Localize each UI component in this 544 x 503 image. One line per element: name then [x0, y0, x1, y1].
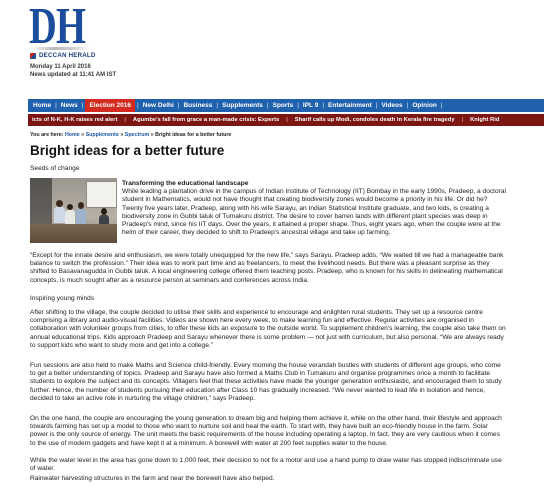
photo-whiteboard	[86, 181, 117, 208]
site-logo[interactable]: DH	[29, 1, 86, 53]
photo-desk	[30, 224, 117, 243]
ticker-separator: |	[461, 117, 464, 123]
article-photo[interactable]	[30, 178, 117, 243]
article-paragraph: “Except for the innate desire and enthus…	[30, 252, 504, 284]
nav-business[interactable]: Business	[181, 99, 214, 112]
intro-text: Transforming the educational landscape W…	[122, 178, 506, 237]
breadcrumb-separator: »	[81, 132, 85, 138]
breaking-news-ticker: icts of N-K, H-K raises red alert | Agum…	[28, 114, 544, 126]
main-nav: Home | News | Election 2016 | New Delhi …	[28, 99, 544, 112]
photo-person-body	[76, 209, 86, 224]
article-paragraph: While leading a plantation drive in the …	[122, 188, 507, 237]
article-paragraph: While the water level in the area has go…	[30, 456, 502, 473]
nav-supplements[interactable]: Supplements	[220, 99, 265, 112]
masthead-emblem-icon	[30, 53, 36, 59]
nav-separator: |	[440, 102, 443, 109]
breadcrumb: You are here: Home » Supplements » Spect…	[30, 131, 506, 139]
nav-new-delhi[interactable]: New Delhi	[141, 99, 176, 112]
nav-ipl-9[interactable]: IPL 9	[301, 99, 320, 112]
ticker-item[interactable]: Agumbe's fall from grace a man-made cris…	[133, 114, 279, 126]
nav-news[interactable]: News	[59, 99, 80, 112]
breadcrumb-home[interactable]: Home	[65, 132, 80, 138]
ticker-item[interactable]: icts of N-K, H-K raises red alert	[32, 114, 117, 126]
nav-home[interactable]: Home	[31, 99, 53, 112]
article-main: You are here: Home » Supplements » Spect…	[30, 131, 506, 483]
photo-person-body	[65, 210, 75, 224]
article-paragraph: Rainwater harvesting structures in the f…	[30, 475, 275, 483]
logo-underline	[30, 47, 90, 50]
site-name: DECCAN HERALD	[39, 52, 96, 59]
nav-videos[interactable]: Videos	[379, 99, 404, 112]
current-date: Monday 11 April 2016	[30, 64, 91, 70]
photo-person-head	[78, 202, 84, 209]
nav-opinion[interactable]: Opinion	[410, 99, 439, 112]
article-paragraph: After shifting to the village, the coupl…	[30, 309, 506, 349]
photo-person-head	[56, 200, 63, 207]
article-title: Bright ideas for a better future	[30, 143, 225, 158]
section-heading: Transforming the educational landscape	[122, 180, 249, 187]
breadcrumb-supplements[interactable]: Supplements	[86, 132, 119, 138]
photo-person-body	[54, 207, 65, 223]
nav-sports[interactable]: Sports	[271, 99, 296, 112]
photo-teacher-head	[101, 208, 107, 215]
nav-entertainment[interactable]: Entertainment	[326, 99, 374, 112]
last-updated: News updated at 11:41 AM IST	[30, 72, 117, 78]
breadcrumb-separator: »	[120, 132, 124, 138]
breadcrumb-prefix: You are here:	[30, 132, 64, 138]
article-kicker: Seeds of change	[30, 165, 80, 172]
nav-election-2016[interactable]: Election 2016	[85, 99, 136, 112]
article-paragraph: Fun sessions are also held to make Maths…	[30, 362, 502, 402]
ticker-item[interactable]: Sharif calls up Modi, condoles death in …	[295, 114, 455, 126]
breadcrumb-spectrum[interactable]: Spectrum	[125, 132, 149, 138]
article-paragraph: On the one hand, the couple are encourag…	[30, 415, 502, 447]
masthead-brand: DECCAN HERALD	[30, 52, 96, 60]
ticker-separator: |	[124, 117, 126, 123]
section-heading: Inspiring young minds	[30, 294, 95, 302]
breadcrumb-current: Bright ideas for a better future	[155, 132, 232, 138]
ticker-separator: |	[286, 117, 288, 123]
article-intro: Transforming the educational landscape W…	[30, 178, 506, 243]
ticker-item[interactable]: Knight Rid	[470, 114, 499, 126]
breadcrumb-separator: »	[150, 132, 154, 138]
